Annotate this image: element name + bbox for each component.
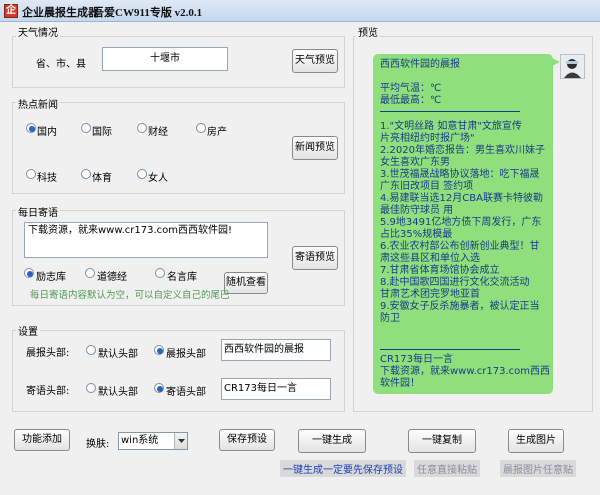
morning-header-value: 西西软件园的晨报 — [224, 344, 304, 355]
image-hint: 晨报图片任意贴 — [500, 460, 576, 477]
preview-news-line: 最佳防守球员 用 — [380, 205, 454, 216]
skin-dropdown-arrow[interactable] — [174, 433, 187, 449]
quote-header-radio-default[interactable] — [86, 383, 96, 393]
preview-news-line: 2.2020年婚恋报告：男生喜欢川妹子 — [380, 145, 545, 156]
quote-header-value: CR173每日一言 — [224, 383, 298, 394]
quote-option-label: 名言库 — [167, 272, 197, 283]
location-label: 省、市、县 — [36, 59, 86, 70]
weather-group-label: 天气情况 — [16, 24, 60, 39]
morning-header-option: 晨报头部 — [166, 349, 206, 360]
preview-line: 西西软件园的晨报 — [380, 59, 460, 70]
avatar-icon — [561, 55, 584, 78]
preview-news-line: 广东旧改项目 签约项 — [380, 181, 474, 192]
preview-news-line: 1."文明丝路 如意甘肃"文旅宣传 — [380, 121, 522, 132]
window-subtitle: 吾爱CW911专版 v2.0.1 — [93, 7, 203, 19]
skin-value: win系统 — [121, 435, 159, 446]
morning-header-radio-custom[interactable] — [154, 345, 164, 355]
morning-header-label: 晨报头部: — [26, 348, 70, 359]
news-radio-international[interactable] — [81, 123, 91, 133]
quote-header-option: 寄语头部 — [166, 387, 206, 398]
news-radio-women[interactable] — [137, 169, 147, 179]
preview-news-line: 甘肃艺术团完罗地亚首 — [380, 289, 480, 300]
quote-option-label: 道德经 — [97, 272, 127, 283]
quote-header-radio-custom[interactable] — [154, 383, 164, 393]
news-option-label: 国际 — [92, 127, 112, 138]
preview-news-line: 片亮相纽约时报广场" — [380, 133, 475, 144]
random-view-button[interactable]: 随机查看 — [224, 272, 268, 294]
news-option-label: 科技 — [37, 173, 57, 184]
preview-news-line: 占比35%规模最 — [380, 229, 453, 240]
chevron-down-icon — [178, 439, 185, 443]
preview-group-label: 预览 — [356, 24, 380, 39]
morning-header-option: 默认头部 — [98, 349, 138, 360]
news-group-label: 热点新闻 — [16, 96, 60, 111]
window-title: 企业晨报生成器 — [22, 6, 99, 19]
preview-footer-line: 下载资源，就来www.cr173.com西西 — [380, 366, 551, 377]
preview-news-line: 8.赴中国歌四国进行文化交流活动 — [380, 277, 530, 288]
news-option-label: 财经 — [148, 127, 168, 138]
news-radio-domestic[interactable] — [26, 123, 36, 133]
preview-content: 西西软件园的晨报 平均气温：℃ 最低最高：℃ 1."文明丝路 如意甘肃"文旅宣传… — [380, 59, 551, 390]
news-option-label: 体育 — [92, 173, 112, 184]
preview-news-line: 9.安徽女子反杀施暴者，被认定正当 — [380, 301, 540, 312]
quote-header-label: 寄语头部: — [26, 386, 70, 397]
preview-news-line: 6.农业农村部公布创新创业典型！甘 — [380, 241, 540, 252]
preview-news-line: 3.世茂福晟战略协议落地：吃下福晟 — [380, 169, 540, 180]
quote-header-input[interactable]: CR173每日一言 — [221, 378, 331, 400]
quote-radio-daodejing[interactable] — [85, 268, 95, 278]
one-click-generate-button[interactable]: 一键生成 — [298, 429, 366, 453]
bubble-tail-icon — [552, 58, 560, 66]
skin-label: 换肤: — [86, 439, 110, 450]
settings-group-label: 设置 — [16, 323, 40, 338]
preview-news-line: 5.9地3491亿地方债下周发行，广东 — [380, 217, 542, 228]
preview-footer-line: CR173每日一言 — [380, 354, 454, 365]
weather-preview-button[interactable]: 天气预览 — [292, 49, 338, 73]
add-feature-button[interactable]: 功能添加 — [14, 429, 70, 451]
quote-hint: 每日寄语内容默认为空，可以自定义自己的尾巴 — [30, 290, 230, 301]
preview-news-line: 7.甘肃省体育场馆协会成立 — [380, 265, 500, 276]
quote-preview-button[interactable]: 寄语预览 — [292, 246, 338, 270]
preview-line — [380, 71, 548, 83]
quote-group-label: 每日寄语 — [16, 204, 60, 219]
news-preview-button[interactable]: 新闻预览 — [292, 136, 338, 160]
quote-header-option: 默认头部 — [98, 387, 138, 398]
morning-header-input[interactable]: 西西软件园的晨报 — [221, 339, 331, 361]
news-radio-sports[interactable] — [81, 169, 91, 179]
generate-hint: 一键生成一定要先保存预设 — [280, 460, 406, 477]
news-option-label: 女人 — [148, 173, 168, 184]
preview-divider — [380, 349, 520, 350]
location-value: 十堰市 — [150, 53, 180, 64]
quote-text: 下载资源，就来www.cr173.com西西软件园! — [28, 225, 233, 236]
morning-header-radio-default[interactable] — [86, 345, 96, 355]
preview-footer-line: 软件园！ — [380, 378, 420, 389]
news-radio-tech[interactable] — [26, 169, 36, 179]
save-preset-button[interactable]: 保存预设 — [219, 429, 275, 451]
quote-textarea[interactable]: 下载资源，就来www.cr173.com西西软件园! — [24, 222, 268, 258]
location-input[interactable]: 十堰市 — [102, 47, 228, 71]
quote-option-label: 励志库 — [36, 272, 66, 283]
generate-image-button[interactable]: 生成图片 — [508, 429, 564, 453]
news-option-label: 国内 — [37, 127, 57, 138]
news-option-label: 房产 — [207, 127, 227, 138]
preview-news-line: 女生喜欢广东男 — [380, 157, 450, 168]
avatar — [560, 54, 585, 79]
quote-radio-inspiration[interactable] — [24, 268, 34, 278]
preview-news-line: 防卫 — [380, 313, 400, 324]
quote-radio-famous[interactable] — [155, 268, 165, 278]
preview-news-line: 4.易建联当选12月CBA联赛卡特彼勒 — [380, 193, 543, 204]
preview-line: 最低最高：℃ — [380, 95, 442, 106]
one-click-copy-button[interactable]: 一键复制 — [408, 429, 476, 453]
preview-line: 平均气温：℃ — [380, 83, 442, 94]
news-radio-finance[interactable] — [137, 123, 147, 133]
copy-hint: 任意直接粘贴 — [414, 460, 480, 477]
app-icon: 企 — [4, 4, 18, 18]
preview-news-line: 肃这些县区和单位入选 — [380, 253, 480, 264]
news-radio-realestate[interactable] — [196, 123, 206, 133]
preview-divider — [380, 111, 520, 112]
